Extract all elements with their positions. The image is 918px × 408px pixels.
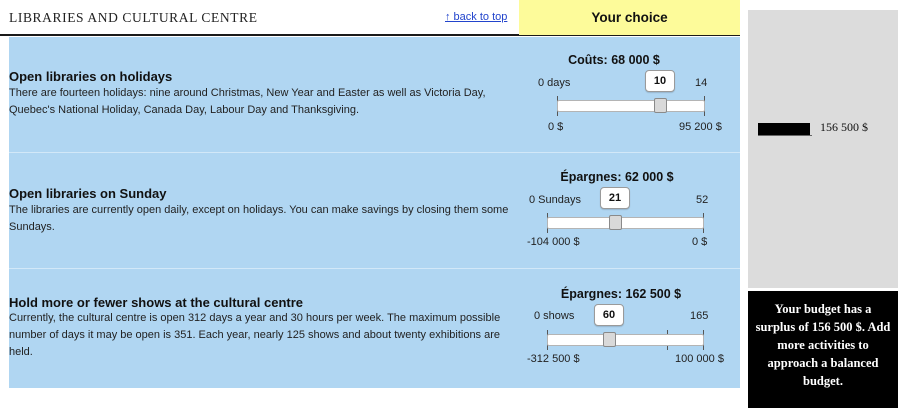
- slider-value-bubble: 10: [645, 70, 675, 92]
- option-title: Open libraries on Sunday: [9, 186, 167, 201]
- slider-low-amount: -312 500 $: [527, 353, 580, 365]
- amount-label: Épargnes: 62 000 $: [560, 170, 674, 184]
- shows-slider-track[interactable]: [547, 334, 704, 346]
- slider-max-label: 52: [696, 194, 709, 206]
- options-panel: Open libraries on holidays There are fou…: [9, 37, 740, 388]
- slider-min-label: 0 Sundays: [529, 194, 581, 206]
- slider-value-bubble: 21: [600, 187, 630, 209]
- budget-baseline: [758, 135, 812, 136]
- slider-max-label: 165: [690, 310, 709, 322]
- row-separator: [9, 268, 740, 269]
- back-to-top-link[interactable]: ↑ back to top: [445, 11, 507, 23]
- slider-low-amount: 0 $: [548, 121, 564, 133]
- slider-min-label: 0 shows: [534, 310, 575, 322]
- holidays-slider-handle[interactable]: [654, 98, 667, 113]
- holidays-slider-track[interactable]: [557, 100, 705, 112]
- budget-sidebar: 156 500 $: [748, 10, 898, 288]
- slider-max-label: 14: [695, 77, 708, 89]
- option-description: The libraries are currently open daily, …: [9, 204, 509, 233]
- your-choice-header: Your choice: [519, 0, 740, 35]
- amount-label: Coûts: 68 000 $: [568, 53, 660, 67]
- slider-high-amount: 100 000 $: [675, 353, 724, 365]
- budget-amount: 156 500 $: [820, 120, 868, 134]
- slider-value-bubble: 60: [594, 304, 624, 326]
- option-description: There are fourteen holidays: nine around…: [9, 87, 486, 116]
- option-title: Hold more or fewer shows at the cultural…: [9, 295, 304, 310]
- budget-message: Your budget has a surplus of 156 500 $. …: [748, 291, 898, 408]
- sundays-slider-track[interactable]: [547, 217, 704, 229]
- slider-high-amount: 95 200 $: [679, 121, 722, 133]
- shows-slider-handle[interactable]: [603, 332, 616, 347]
- option-title: Open libraries on holidays: [9, 69, 173, 84]
- section-title: LIBRARIES AND CULTURAL CENTRE: [9, 10, 258, 25]
- option-description: Currently, the cultural centre is open 3…: [9, 312, 501, 358]
- budget-surplus-bar: [758, 123, 810, 135]
- amount-label: Épargnes: 162 500 $: [560, 287, 682, 301]
- slider-high-amount: 0 $: [692, 236, 708, 248]
- slider-low-amount: -104 000 $: [527, 236, 580, 248]
- sundays-slider-handle[interactable]: [609, 215, 622, 230]
- slider-min-label: 0 days: [538, 77, 571, 89]
- row-separator: [9, 152, 740, 153]
